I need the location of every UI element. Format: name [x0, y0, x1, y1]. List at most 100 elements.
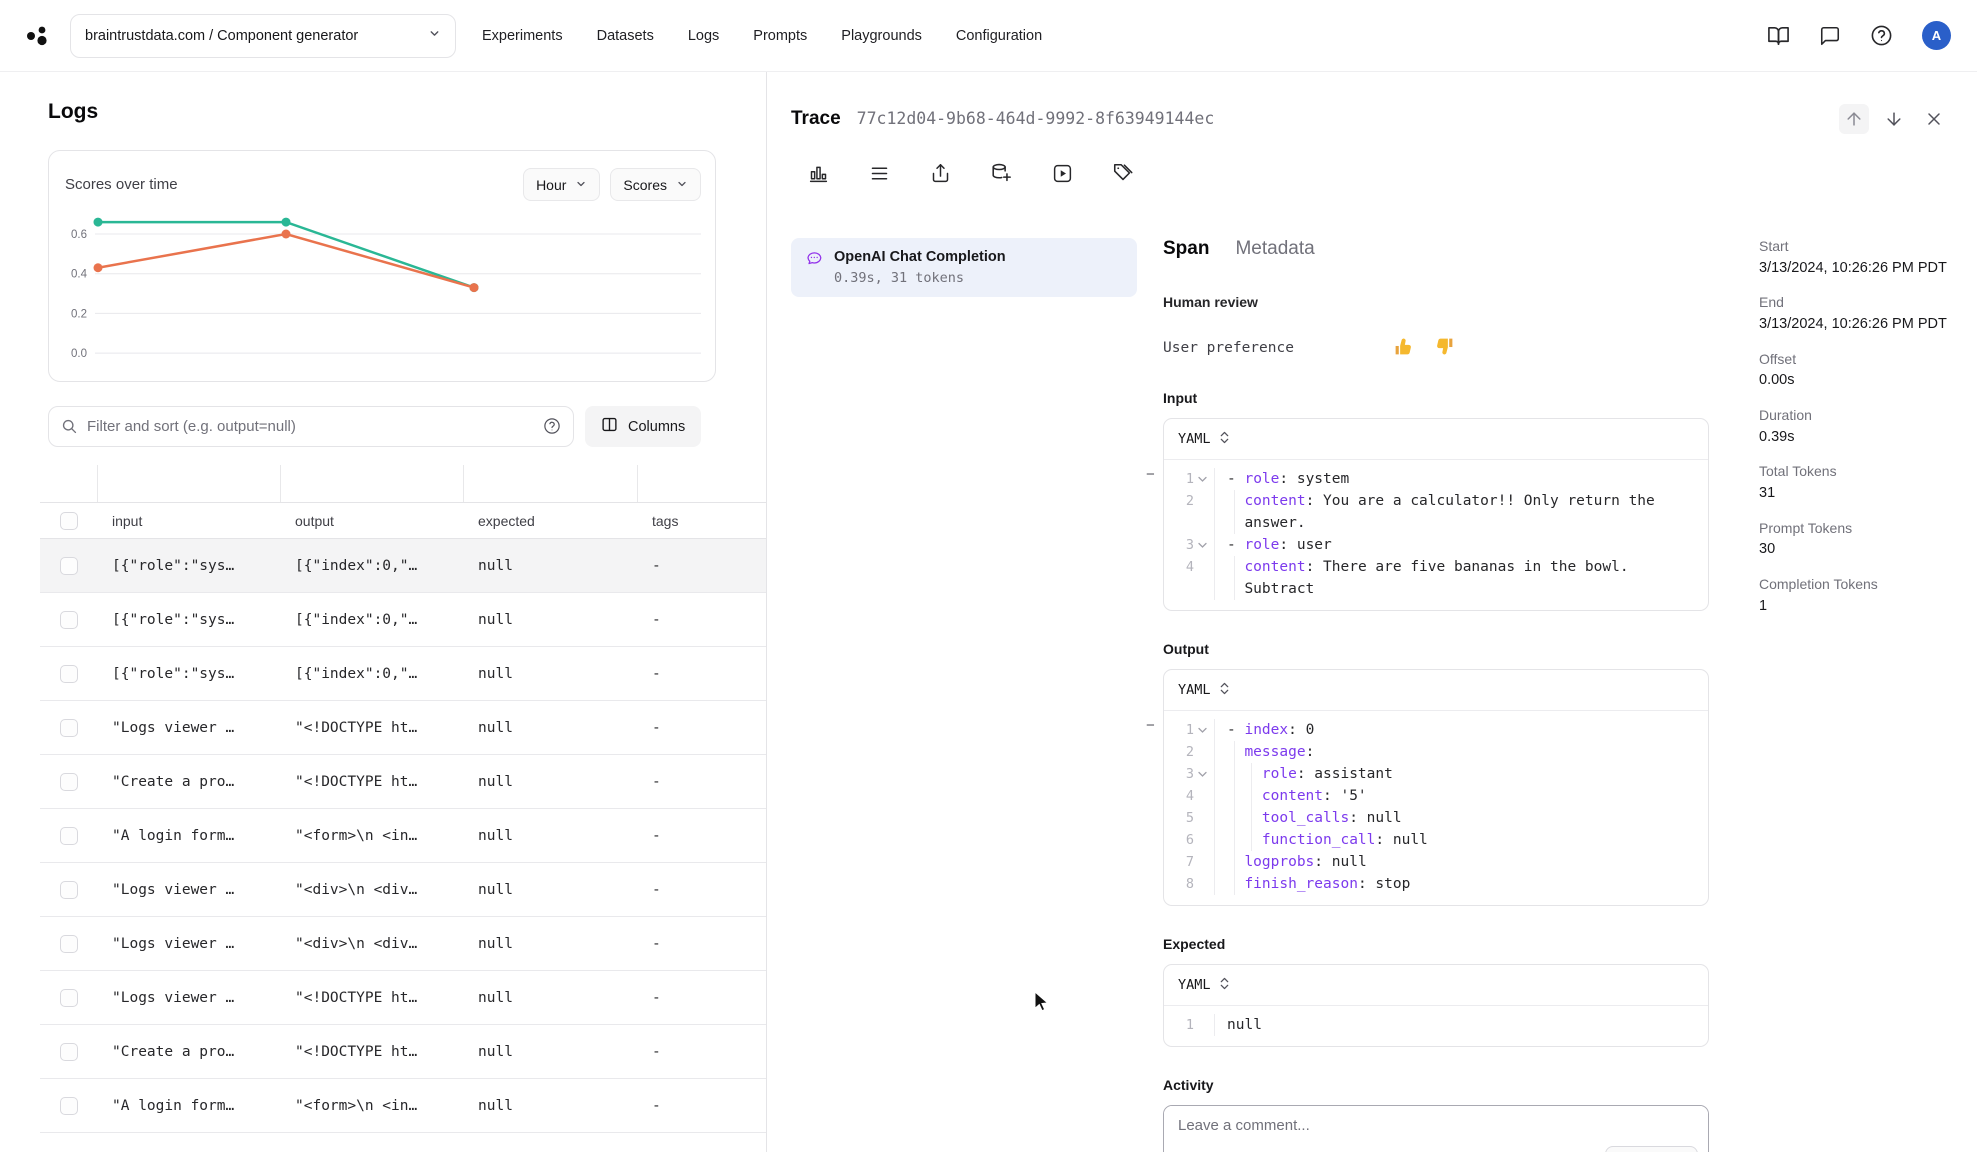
checkbox — [60, 934, 78, 953]
row-checkbox[interactable] — [40, 988, 98, 1007]
detail-label: Start — [1759, 238, 1789, 254]
table-row[interactable]: [{"role":"sys… [{"index":0,"… null - — [40, 593, 766, 647]
checkbox — [60, 511, 78, 530]
select-all-checkbox[interactable] — [40, 511, 98, 530]
table-group-header — [40, 465, 766, 502]
cell-input: "A login form… — [112, 1097, 235, 1114]
fold-caret-icon[interactable] — [1194, 763, 1210, 785]
column-header[interactable]: expected — [464, 513, 638, 529]
row-checkbox[interactable] — [40, 826, 98, 845]
column-header[interactable]: output — [281, 513, 464, 529]
table-row[interactable]: [{"role":"sys… [{"index":0,"… null - — [40, 539, 766, 593]
chevron-up-down-icon — [1219, 681, 1230, 699]
nav-item[interactable]: Experiments — [482, 28, 563, 44]
row-checkbox[interactable] — [40, 772, 98, 791]
format-select[interactable]: YAML — [1178, 430, 1230, 448]
section-label: Output — [1163, 641, 1209, 657]
code-box: YAML 1 null — [1163, 964, 1709, 1047]
playground-icon[interactable] — [1045, 156, 1079, 190]
detail-value: 1 — [1759, 597, 1768, 614]
feedback-message-icon[interactable] — [1819, 25, 1841, 47]
help-circle-icon[interactable] — [1870, 24, 1893, 47]
share-icon[interactable] — [923, 156, 957, 190]
table-row[interactable]: "Create a pro… "<!DOCTYPE ht… null - — [40, 1025, 766, 1079]
fold-caret-empty — [1194, 1014, 1210, 1036]
columns-icon — [601, 416, 618, 437]
checkbox — [60, 664, 78, 683]
metric-select[interactable]: Scores — [610, 168, 701, 201]
close-icon[interactable] — [1919, 104, 1949, 134]
span-meta: 0.39s, 31 tokens — [834, 270, 965, 286]
row-checkbox[interactable] — [40, 1096, 98, 1115]
project-switcher[interactable]: braintrustdata.com / Component generator — [70, 13, 456, 58]
cell-output: "<!DOCTYPE ht… — [295, 989, 418, 1006]
row-checkbox[interactable] — [40, 880, 98, 899]
nav-item[interactable]: Datasets — [597, 28, 654, 44]
comment-button[interactable]: Comment — [1605, 1146, 1698, 1152]
fold-caret-icon[interactable] — [1194, 719, 1210, 741]
row-checkbox[interactable] — [40, 1042, 98, 1061]
row-checkbox[interactable] — [40, 556, 98, 575]
tab-metadata[interactable]: Metadata — [1235, 238, 1314, 260]
cell-input: "Create a pro… — [112, 773, 235, 790]
chart-icon[interactable] — [801, 156, 835, 190]
fold-caret-icon[interactable] — [1194, 468, 1210, 490]
filter-input[interactable] — [48, 406, 574, 447]
table-row[interactable]: "Logs viewer … "<div>\n <div… null - — [40, 917, 766, 971]
table-row[interactable]: "Create a pro… "<!DOCTYPE ht… null - — [40, 755, 766, 809]
nav-item[interactable]: Configuration — [956, 28, 1042, 44]
project-switcher-label: braintrustdata.com / Component generator — [85, 27, 359, 44]
table-row[interactable]: "A login form… "<form>\n <in… null - — [40, 809, 766, 863]
column-header[interactable]: tags — [638, 513, 766, 529]
code-editor[interactable]: 1 null — [1164, 1006, 1708, 1046]
collapse-handle-icon[interactable] — [1146, 718, 1155, 733]
tags-icon[interactable] — [1106, 156, 1140, 190]
collapse-handle-icon[interactable] — [1146, 467, 1155, 482]
activity-section: Activity Comment — [1163, 1077, 1709, 1152]
row-checkbox[interactable] — [40, 934, 98, 953]
filter-help-icon[interactable] — [543, 417, 561, 438]
table-row[interactable]: "A login form… "<form>\n <in… null - — [40, 1079, 766, 1133]
fold-caret-empty — [1194, 556, 1210, 600]
interval-select[interactable]: Hour — [523, 168, 601, 201]
section-label: Expected — [1163, 936, 1226, 952]
tab-span[interactable]: Span — [1163, 238, 1209, 260]
table-row[interactable]: "Logs viewer … "<div>\n <div… null - — [40, 863, 766, 917]
docs-book-icon[interactable] — [1767, 24, 1790, 47]
thumbs-up-icon[interactable] — [1393, 336, 1414, 360]
table-row[interactable]: "Logs viewer … "<!DOCTYPE ht… null - — [40, 701, 766, 755]
span-tree-item[interactable]: OpenAI Chat Completion 0.39s, 31 tokens — [791, 238, 1137, 297]
thumbs-down-icon[interactable] — [1434, 336, 1455, 360]
add-to-dataset-icon[interactable] — [984, 156, 1018, 190]
format-select[interactable]: YAML — [1178, 681, 1230, 699]
svg-text:0.2: 0.2 — [71, 308, 87, 320]
code-editor[interactable]: 1- role: system 2 content: You are a calcu… — [1164, 460, 1708, 610]
fold-caret-icon[interactable] — [1194, 534, 1210, 556]
columns-button[interactable]: Columns — [585, 406, 702, 447]
avatar[interactable]: A — [1922, 21, 1951, 50]
format-select-value: YAML — [1178, 682, 1211, 698]
code-editor[interactable]: 1- index: 0 2 message: 3 role: assistant 4 con… — [1164, 711, 1708, 905]
row-checkbox[interactable] — [40, 610, 98, 629]
arrow-down-icon[interactable] — [1879, 104, 1909, 134]
nav-item[interactable]: Prompts — [753, 28, 807, 44]
format-select[interactable]: YAML — [1178, 976, 1230, 994]
trace-content: OpenAI Chat Completion 0.39s, 31 tokens … — [791, 238, 1977, 1152]
table-row[interactable]: "Logs viewer … "<!DOCTYPE ht… null - — [40, 971, 766, 1025]
column-header[interactable]: input — [98, 513, 281, 529]
list-icon[interactable] — [862, 156, 896, 190]
nav-item[interactable]: Playgrounds — [841, 28, 922, 44]
nav-item[interactable]: Logs — [688, 28, 719, 44]
checkbox — [60, 718, 78, 737]
code-box: YAML 1- role: system2content: You are a … — [1163, 418, 1709, 611]
table-row[interactable]: [{"role":"sys… [{"index":0,"… null - — [40, 647, 766, 701]
section-label: Input — [1163, 390, 1198, 406]
row-checkbox[interactable] — [40, 664, 98, 683]
arrow-up-icon[interactable] — [1839, 104, 1869, 134]
cell-expected: null — [478, 1043, 513, 1060]
row-checkbox[interactable] — [40, 718, 98, 737]
search-icon — [61, 418, 78, 440]
primary-nav: Experiments Datasets Logs Prompts Playground… — [482, 28, 1042, 44]
detail-label: End — [1759, 294, 1784, 311]
chevron-up-down-icon — [1219, 976, 1230, 994]
